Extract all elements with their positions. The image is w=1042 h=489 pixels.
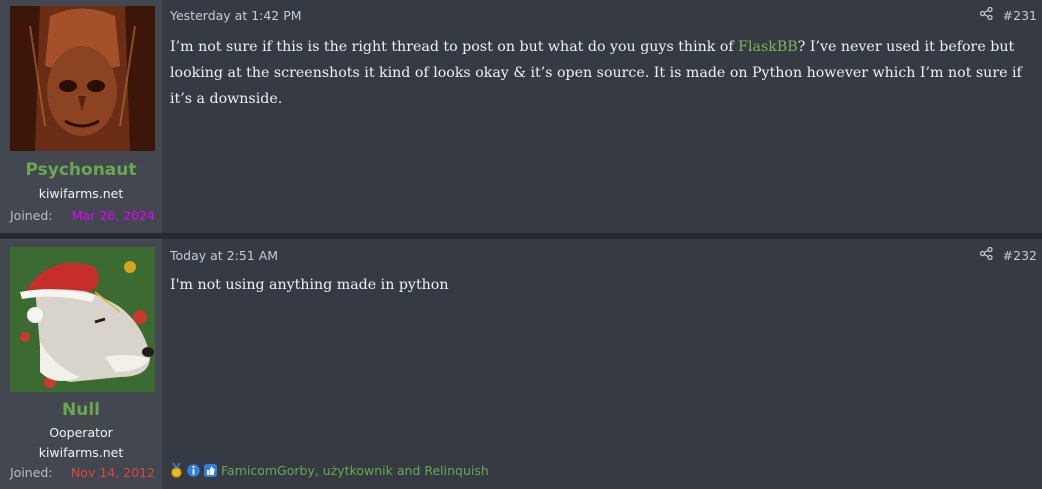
body-text: I’m not sure if this is the right thread… — [170, 39, 739, 55]
joined-info: Joined: Mar 26, 2024 — [10, 208, 155, 223]
post-231: Psychonaut kiwifarms.net Joined: Mar 26,… — [0, 0, 1042, 233]
joined-date: Nov 14, 2012 — [70, 465, 155, 480]
username[interactable]: Psychonaut — [0, 160, 162, 180]
post-232: Null Ooperator kiwifarms.net Joined: Nov… — [0, 239, 1042, 489]
joined-label: Joined: — [10, 465, 53, 480]
reactions-bar[interactable]: FamicomGorby, użytkownik and Relinquish — [170, 462, 489, 478]
medal-icon — [170, 462, 183, 478]
post-date[interactable]: Today at 2:51 AM — [170, 248, 278, 263]
post-body: I’m not sure if this is the right thread… — [170, 34, 1028, 112]
post-actions: #231 — [979, 6, 1037, 23]
joined-date: Mar 26, 2024 — [71, 208, 155, 223]
avatar[interactable] — [10, 247, 155, 392]
post-number[interactable]: #231 — [1003, 8, 1037, 23]
informative-icon — [187, 463, 200, 478]
user-panel: Psychonaut kiwifarms.net Joined: Mar 26,… — [0, 0, 162, 233]
avatar[interactable] — [10, 6, 155, 151]
user-site: kiwifarms.net — [38, 445, 124, 460]
like-icon — [204, 463, 217, 478]
user-site: kiwifarms.net — [38, 186, 124, 201]
share-icon[interactable] — [979, 246, 993, 263]
post-main: Today at 2:51 AM #232 I'm not using anyt… — [162, 239, 1042, 489]
post-date[interactable]: Yesterday at 1:42 PM — [170, 8, 302, 23]
flaskbb-link[interactable]: FlaskBB — [738, 39, 798, 55]
username[interactable]: Null — [0, 400, 162, 420]
reactions-users[interactable]: FamicomGorby, użytkownik and Relinquish — [221, 463, 489, 478]
share-icon[interactable] — [979, 6, 993, 23]
post-main: Yesterday at 1:42 PM #231 I’m not sure i… — [162, 0, 1042, 233]
joined-label: Joined: — [10, 208, 53, 223]
post-number[interactable]: #232 — [1003, 248, 1037, 263]
user-panel: Null Ooperator kiwifarms.net Joined: Nov… — [0, 239, 162, 489]
joined-info: Joined: Nov 14, 2012 — [10, 465, 155, 480]
user-title: Ooperator — [49, 425, 113, 440]
post-body: I'm not using anything made in python — [170, 277, 449, 293]
post-actions: #232 — [979, 246, 1037, 263]
